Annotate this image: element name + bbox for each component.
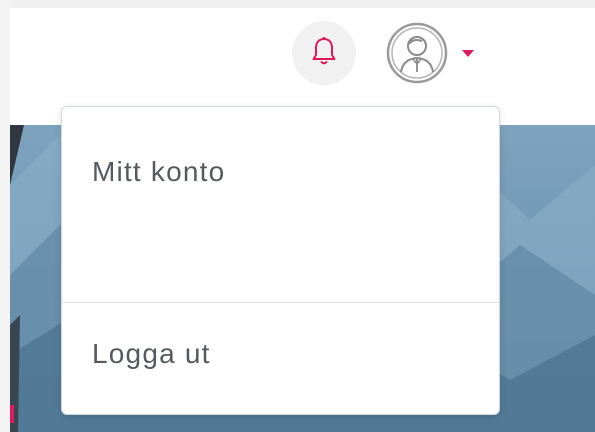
caret-down-icon[interactable] xyxy=(462,50,474,57)
menu-item-logout[interactable]: Logga ut xyxy=(62,329,499,379)
bell-icon xyxy=(311,36,337,71)
user-avatar-icon xyxy=(386,22,448,88)
window-edge xyxy=(0,0,595,8)
menu-divider xyxy=(62,302,499,303)
menu-item-my-account[interactable]: Mitt konto xyxy=(62,147,499,197)
notifications-button[interactable] xyxy=(292,21,356,85)
user-dropdown-menu: Mitt konto Logga ut xyxy=(61,106,500,415)
user-menu-button[interactable] xyxy=(386,22,448,84)
accent-mark xyxy=(10,405,14,423)
window-edge-left xyxy=(0,0,10,432)
